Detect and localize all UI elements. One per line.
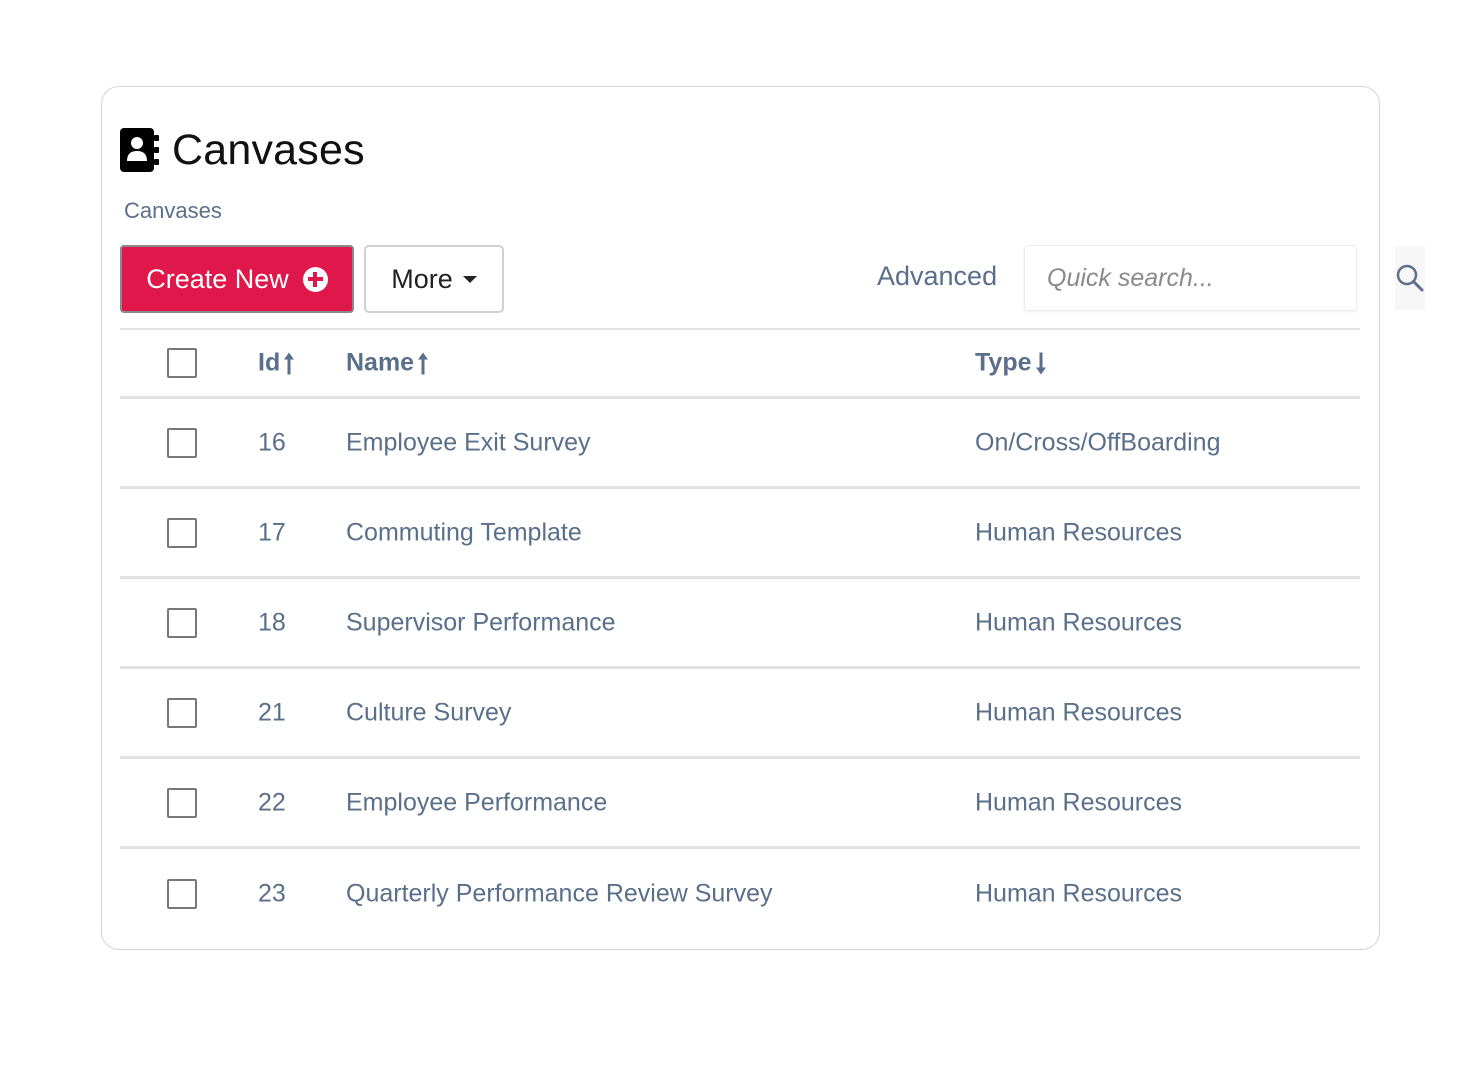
column-header-name-label: Name bbox=[346, 348, 415, 377]
toolbar: Create New More Advanced bbox=[120, 245, 1425, 313]
cell-id: 22 bbox=[258, 788, 286, 816]
cell-id: 21 bbox=[258, 698, 286, 726]
search-icon bbox=[1396, 264, 1424, 292]
table-row[interactable]: 18 Supervisor Performance Human Resource… bbox=[120, 579, 1360, 669]
address-book-icon bbox=[120, 128, 160, 172]
cell-name[interactable]: Quarterly Performance Review Survey bbox=[346, 880, 773, 909]
column-header-id-label: Id bbox=[258, 348, 281, 377]
row-checkbox[interactable] bbox=[167, 697, 197, 728]
cell-type: Human Resources bbox=[975, 788, 1183, 816]
cell-id: 18 bbox=[258, 608, 286, 636]
canvases-table: Id Name Type 16 Employee Exit Survey On/… bbox=[120, 328, 1360, 939]
table-row[interactable]: 16 Employee Exit Survey On/Cross/OffBoar… bbox=[120, 399, 1360, 489]
column-header-type-label: Type bbox=[975, 348, 1032, 377]
cell-name[interactable]: Culture Survey bbox=[346, 698, 511, 727]
cell-type: On/Cross/OffBoarding bbox=[975, 428, 1221, 456]
column-header-id[interactable]: Id bbox=[258, 349, 295, 378]
column-header-name[interactable]: Name bbox=[346, 349, 429, 378]
cell-type: Human Resources bbox=[975, 698, 1183, 726]
plus-circle-icon bbox=[302, 266, 328, 292]
create-new-label: Create New bbox=[146, 263, 289, 294]
sort-ascending-icon bbox=[418, 352, 429, 374]
canvases-card: Canvases Canvases Create New More Advanc… bbox=[101, 86, 1425, 950]
more-label: More bbox=[391, 263, 453, 294]
create-new-button[interactable]: Create New bbox=[120, 245, 354, 313]
more-dropdown-button[interactable]: More bbox=[364, 245, 504, 313]
breadcrumb[interactable]: Canvases bbox=[124, 198, 222, 224]
quick-search-input[interactable] bbox=[1025, 246, 1395, 310]
table-row[interactable]: 17 Commuting Template Human Resources bbox=[120, 489, 1360, 579]
cell-id: 23 bbox=[258, 879, 286, 908]
search-button[interactable] bbox=[1395, 246, 1425, 310]
table-header-row: Id Name Type bbox=[120, 328, 1360, 399]
row-checkbox[interactable] bbox=[167, 427, 197, 458]
row-checkbox[interactable] bbox=[167, 607, 197, 638]
row-checkbox[interactable] bbox=[167, 879, 197, 909]
sort-ascending-icon bbox=[284, 352, 295, 374]
column-header-type[interactable]: Type bbox=[975, 349, 1047, 378]
advanced-search-link[interactable]: Advanced bbox=[877, 261, 997, 292]
cell-type: Human Resources bbox=[975, 608, 1183, 636]
cell-type: Human Resources bbox=[975, 518, 1183, 546]
sort-descending-icon bbox=[1035, 352, 1046, 374]
page-title: Canvases bbox=[172, 125, 365, 174]
table-row[interactable]: 23 Quarterly Performance Review Survey H… bbox=[120, 849, 1360, 939]
cell-id: 17 bbox=[258, 518, 286, 546]
caret-down-icon bbox=[462, 275, 477, 283]
table-row[interactable]: 22 Employee Performance Human Resources bbox=[120, 759, 1360, 849]
cell-type: Human Resources bbox=[975, 879, 1183, 908]
row-checkbox[interactable] bbox=[167, 517, 197, 548]
cell-name[interactable]: Employee Exit Survey bbox=[346, 428, 591, 457]
cell-name[interactable]: Employee Performance bbox=[346, 788, 607, 817]
cell-name[interactable]: Commuting Template bbox=[346, 518, 582, 547]
cell-name[interactable]: Supervisor Performance bbox=[346, 608, 616, 637]
cell-id: 16 bbox=[258, 428, 286, 456]
table-row[interactable]: 21 Culture Survey Human Resources bbox=[120, 669, 1360, 759]
quick-search bbox=[1024, 245, 1425, 311]
page-header: Canvases bbox=[120, 125, 365, 175]
select-all-checkbox[interactable] bbox=[167, 348, 197, 378]
row-checkbox[interactable] bbox=[167, 787, 197, 818]
